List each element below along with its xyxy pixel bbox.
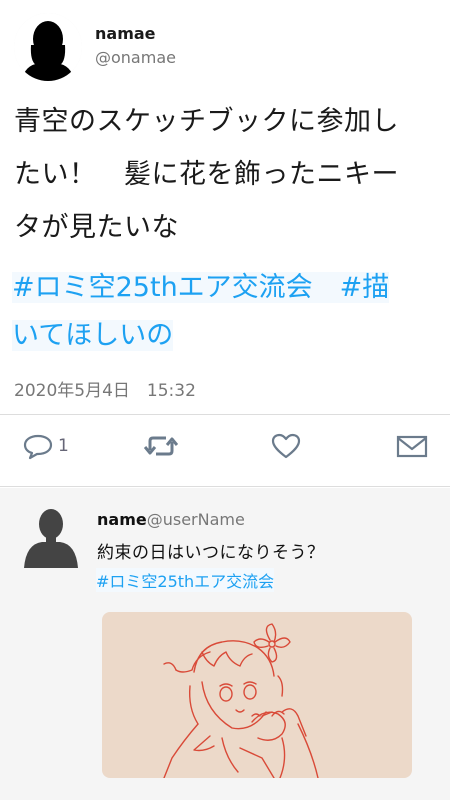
- reply-button[interactable]: 1: [22, 430, 69, 462]
- user-handle[interactable]: @onamae: [95, 48, 176, 67]
- timestamp: 2020年5月4日 15:32: [14, 381, 196, 401]
- tweet-text: 青空のスケッチブックに参加し たい！ 髪に花を飾ったニキー タが見たいな: [14, 95, 434, 254]
- reply-display-name[interactable]: name: [97, 510, 147, 529]
- heart-icon: [271, 433, 301, 459]
- tweet-text-line: タが見たいな: [14, 212, 179, 243]
- reply-text: 約束の日はいつになりそう？: [97, 543, 325, 563]
- envelope-icon: [396, 435, 428, 458]
- hashtags[interactable]: #ロミ空25thエア交流会 #描 いてほしいの: [12, 264, 422, 360]
- person-silhouette-icon: [14, 13, 82, 81]
- like-button[interactable]: [270, 430, 302, 462]
- sketch-image[interactable]: [102, 612, 412, 778]
- retweet-button[interactable]: [144, 430, 178, 462]
- reply-header: name@userName: [97, 510, 245, 529]
- sketch-drawing: [163, 623, 319, 778]
- hashtag-link[interactable]: いてほしいの: [12, 320, 174, 351]
- person-silhouette-icon[interactable]: [22, 506, 80, 568]
- message-button[interactable]: [396, 430, 428, 462]
- reply-tweet[interactable]: name@userName 約束の日はいつになりそう？ #ロミ空25thエア交流…: [0, 488, 450, 800]
- reply-count: 1: [58, 436, 69, 456]
- tweet-text-line: たい！ 髪に花を飾ったニキー: [14, 159, 399, 190]
- speech-bubble-icon: [23, 434, 53, 460]
- retweet-icon: [144, 436, 178, 456]
- divider: [0, 414, 450, 415]
- display-name[interactable]: namae: [95, 24, 156, 43]
- reply-hashtag-link[interactable]: #ロミ空25thエア交流会: [96, 568, 275, 592]
- hashtag-link[interactable]: #ロミ空25thエア交流会 #描: [12, 272, 390, 303]
- reply-username[interactable]: @userName: [147, 510, 245, 529]
- avatar[interactable]: [14, 13, 82, 81]
- tweet-text-line: 青空のスケッチブックに参加し: [14, 106, 399, 137]
- action-bar: 1: [0, 422, 450, 472]
- divider: [0, 486, 450, 487]
